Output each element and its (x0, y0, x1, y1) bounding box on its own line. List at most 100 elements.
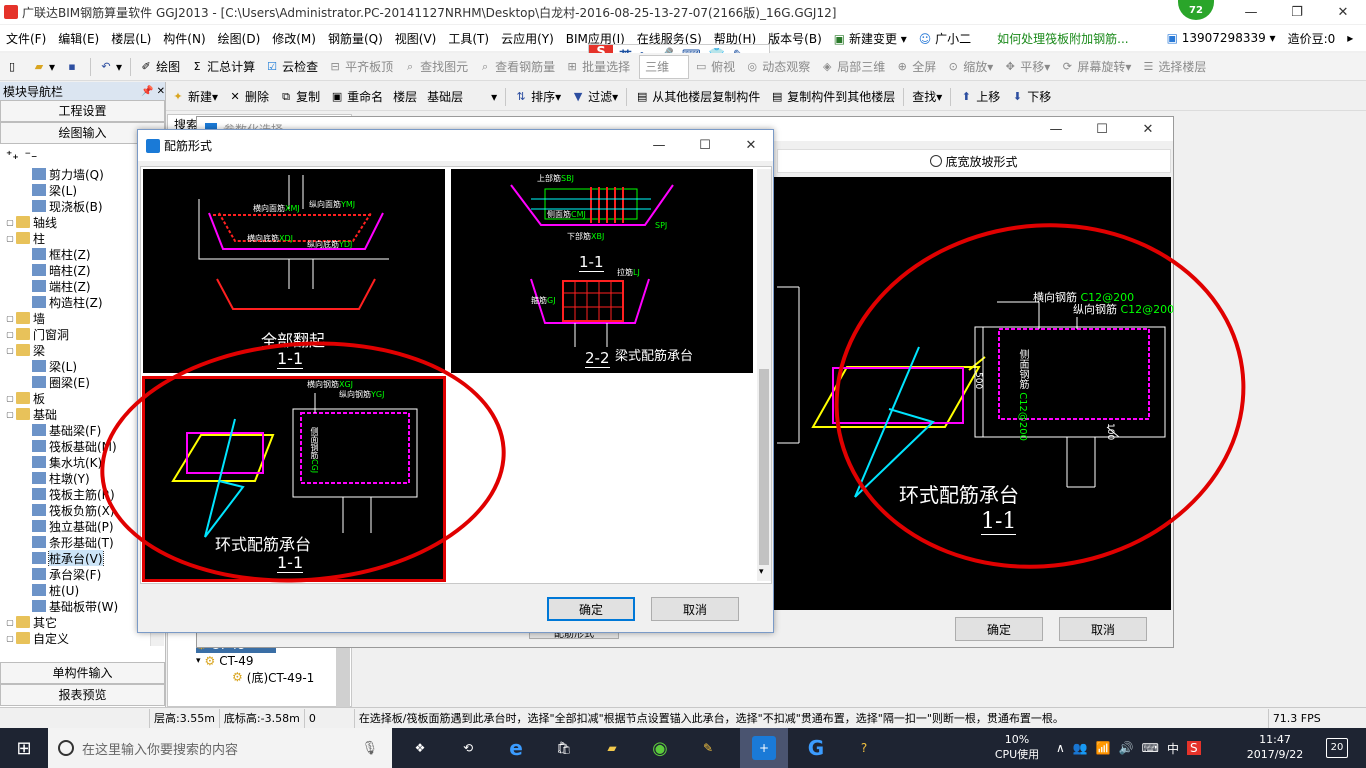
assistant-button[interactable]: ☺ 广小二 (913, 30, 977, 47)
list-item[interactable]: ▾ ⚙ CT-49 (196, 653, 346, 669)
menu-component[interactable]: 构件(N) (157, 30, 211, 47)
delete-button[interactable]: ✕ 删除 (223, 85, 274, 109)
collapse-icon[interactable]: ▢ (4, 234, 16, 243)
view-rebar-button[interactable]: ⌕ 查看钢筋量 (473, 55, 560, 79)
maximize-button[interactable]: ❐ (1274, 0, 1320, 24)
rename-button[interactable]: ▣ 重命名 (325, 85, 388, 109)
menu-tools[interactable]: 工具(T) (442, 30, 495, 47)
mic-icon[interactable]: 🎙 (361, 741, 378, 756)
edge-icon[interactable]: e (492, 728, 540, 768)
expand-icon[interactable]: ▢ (4, 314, 16, 323)
menu-cloud[interactable]: 云应用(Y) (495, 30, 560, 47)
explorer-icon[interactable]: ▰ (588, 728, 636, 768)
rebar-form-scrollbar[interactable]: ▾ (757, 169, 771, 581)
single-component-input-button[interactable]: 单构件输入 (0, 662, 165, 684)
expand-icon[interactable]: ▢ (4, 218, 16, 227)
collapse-icon[interactable]: ▢ (4, 346, 16, 355)
glodon-g-icon[interactable]: G (792, 728, 840, 768)
app-swirl-icon[interactable]: ⟲ (444, 728, 492, 768)
undo-button[interactable]: ↶ ▾ (94, 55, 127, 79)
start-button[interactable]: ⊞ (0, 728, 48, 768)
keyboard-icon[interactable]: ⌨ (1142, 741, 1159, 755)
save-button[interactable]: ▪ (60, 55, 87, 79)
cpu-usage[interactable]: 10% CPU使用 (986, 732, 1048, 762)
pan-button[interactable]: ✥ 平移 ▾ (998, 55, 1055, 79)
open-button[interactable]: ▰ ▾ (27, 55, 60, 79)
floor-select[interactable]: 基础层 ▾ (422, 85, 502, 109)
expand-icon[interactable]: ▢ (4, 330, 16, 339)
flat-top-button[interactable]: ⊟ 平齐板顶 (323, 55, 398, 79)
rebar-form-close[interactable]: ✕ (728, 133, 774, 157)
scroll-thumb[interactable] (759, 369, 769, 565)
store-icon[interactable]: 🛍 (540, 728, 588, 768)
sogou-tray-icon[interactable]: S (1187, 741, 1201, 755)
zoom-button[interactable]: ⊙ 缩放 ▾ (941, 55, 998, 79)
close-button[interactable]: ✕ (1320, 0, 1366, 24)
copy-from-floor-button[interactable]: ▤ 从其他楼层复制构件 (630, 85, 765, 109)
pin-icon[interactable]: 📌 ✕ (141, 86, 165, 97)
report-preview-button[interactable]: 报表预览 (0, 684, 165, 706)
param-dialog-maximize[interactable]: ☐ (1079, 117, 1125, 141)
slope-form-radio[interactable]: 底宽放坡形式 (777, 149, 1171, 173)
draw-button[interactable]: ✐ 绘图 (134, 55, 185, 79)
dynamic-view-button[interactable]: ◎ 动态观察 (740, 55, 815, 79)
taskbar-search-box[interactable]: 在这里输入你要搜索的内容 🎙 (48, 728, 392, 768)
project-settings-button[interactable]: 工程设置 (0, 100, 165, 122)
expand-icon[interactable]: ▢ (4, 394, 16, 403)
move-down-button[interactable]: ⬇ 下移 (1005, 85, 1056, 109)
network-icon[interactable]: 📶 (1096, 741, 1111, 755)
batch-select-button[interactable]: ⊞ 批量选择 (560, 55, 635, 79)
top-view-button[interactable]: ▭ 俯视 (689, 55, 740, 79)
task-view-icon[interactable]: ❖ (396, 728, 444, 768)
menu-view[interactable]: 视图(V) (389, 30, 443, 47)
sum-button[interactable]: Σ 汇总计算 (185, 55, 260, 79)
expand-icon[interactable]: ▢ (4, 618, 16, 627)
minimize-button[interactable]: — (1228, 0, 1274, 24)
people-icon[interactable]: 👥 (1073, 741, 1088, 755)
notification-badge[interactable]: 20 (1326, 738, 1348, 758)
expand-icon[interactable]: ▾ (196, 656, 201, 666)
help-app-icon[interactable]: ? (840, 728, 888, 768)
find-element-button[interactable]: ⌕ 查找图元 (398, 55, 473, 79)
ime-indicator[interactable]: 中 (1167, 740, 1179, 757)
view-3d-select[interactable]: 三维 (639, 54, 690, 79)
tray-chevron-icon[interactable]: ∧ (1056, 741, 1065, 755)
fullscreen-button[interactable]: ⊕ 全屏 (890, 55, 941, 79)
param-ok-button[interactable]: 确定 (955, 617, 1043, 641)
scroll-down-icon[interactable]: ▾ (759, 567, 764, 577)
rotate-button[interactable]: ⟳ 屏幕旋转 ▾ (1055, 55, 1136, 79)
local-3d-button[interactable]: ◈ 局部三维 (815, 55, 890, 79)
menu-floor[interactable]: 楼层(L) (105, 30, 157, 47)
volume-icon[interactable]: 🔊 (1119, 741, 1134, 755)
rebar-form-ok-button[interactable]: 确定 (547, 597, 635, 621)
rebar-form-cancel-button[interactable]: 取消 (651, 597, 739, 621)
menu-version[interactable]: 版本号(B) (762, 30, 828, 47)
form-option-beam-cap[interactable]: 上部筋SBJ 下部筋XBJ 侧面筋CMJ 箍筋GJ 拉筋LJ SPJ 1-1 2… (451, 169, 753, 373)
browser-360-icon[interactable]: ◉ (636, 728, 684, 768)
glodon-app-icon[interactable]: + (740, 728, 788, 768)
copy-button[interactable]: ⧉ 复制 (274, 85, 325, 109)
cloud-check-button[interactable]: ☑ 云检查 (260, 55, 323, 79)
copy-to-floor-button[interactable]: ▤ 复制构件到其他楼层 (765, 85, 900, 109)
sort-button[interactable]: ⇅ 排序 ▾ (509, 85, 566, 109)
select-floor-button[interactable]: ☰ 选择楼层 (1136, 55, 1211, 79)
new-file-button[interactable]: ▯ (0, 55, 27, 79)
menu-edit[interactable]: 编辑(E) (52, 30, 105, 47)
menu-rebar[interactable]: 钢筋量(Q) (322, 30, 389, 47)
collapse-icon[interactable]: ▢ (4, 410, 16, 419)
user-account[interactable]: ▣ 13907298339 ▾ (1161, 31, 1282, 45)
new-button[interactable]: ✦ 新建 ▾ (166, 85, 223, 109)
notes-icon[interactable]: ✎ (684, 728, 732, 768)
score-badge[interactable]: 72 (1178, 0, 1214, 20)
clock[interactable]: 11:47 2017/9/22 (1240, 732, 1310, 762)
rebar-form-maximize[interactable]: ☐ (682, 133, 728, 157)
menu-file[interactable]: 文件(F) (0, 30, 52, 47)
menu-modify[interactable]: 修改(M) (266, 30, 322, 47)
list-item[interactable]: ⚙ (底)CT-49-1 (196, 669, 346, 685)
find-button[interactable]: 查找 ▾ (907, 85, 947, 109)
move-up-button[interactable]: ⬆ 上移 (954, 85, 1005, 109)
param-dialog-close[interactable]: ✕ (1125, 117, 1171, 141)
new-change-button[interactable]: ▣ 新建变更 ▾ (828, 30, 913, 47)
menu-draw[interactable]: 绘图(D) (212, 30, 267, 47)
more-icon[interactable]: ▸ (1341, 31, 1359, 45)
